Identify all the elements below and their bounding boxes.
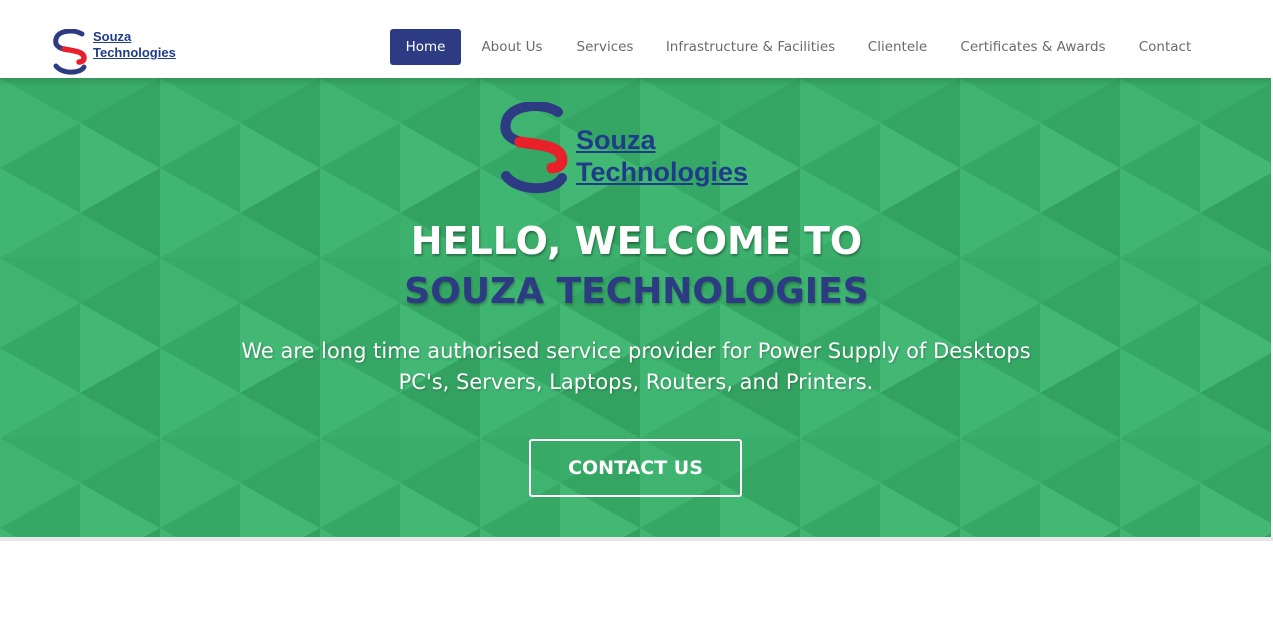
nav-clientele[interactable]: Clientele [860,29,935,65]
hero-description: We are long time authorised service prov… [241,339,1031,394]
nav-home[interactable]: Home [390,29,461,65]
nav-infrastructure-facilities[interactable]: Infrastructure & Facilities [660,29,841,65]
site-header: Souza Technologies Home About Us Service… [0,0,1273,78]
header-logo[interactable]: Souza Technologies [52,29,197,75]
nav-about-us[interactable]: About Us [473,29,551,65]
nav-services[interactable]: Services [570,29,640,65]
hero-logo-line2: Technologies [576,157,749,187]
hero-logo-text: Souza Technologies [576,124,748,188]
souza-s-logo-icon [500,102,568,194]
nav-contact[interactable]: Contact [1130,29,1200,65]
hero-bottom-divider [0,537,1273,541]
hero-title-welcome: HELLO, WELCOME TO [410,219,863,263]
contact-us-button[interactable]: CONTACT US [529,439,742,497]
hero-logo-line1: Souza [576,125,656,155]
header-logo-line1: Souza [93,29,132,44]
hero-title-company: SOUZA TECHNOLOGIES [404,271,869,312]
header-logo-line2: Technologies [93,45,176,60]
nav-certificates-awards[interactable]: Certificates & Awards [954,29,1112,65]
hero-section: Souza Technologies HELLO, WELCOME TO SOU… [0,78,1273,537]
souza-s-logo-icon [53,29,87,75]
hero-logo: Souza Technologies [498,102,788,194]
header-logo-text: Souza Technologies [93,29,176,61]
